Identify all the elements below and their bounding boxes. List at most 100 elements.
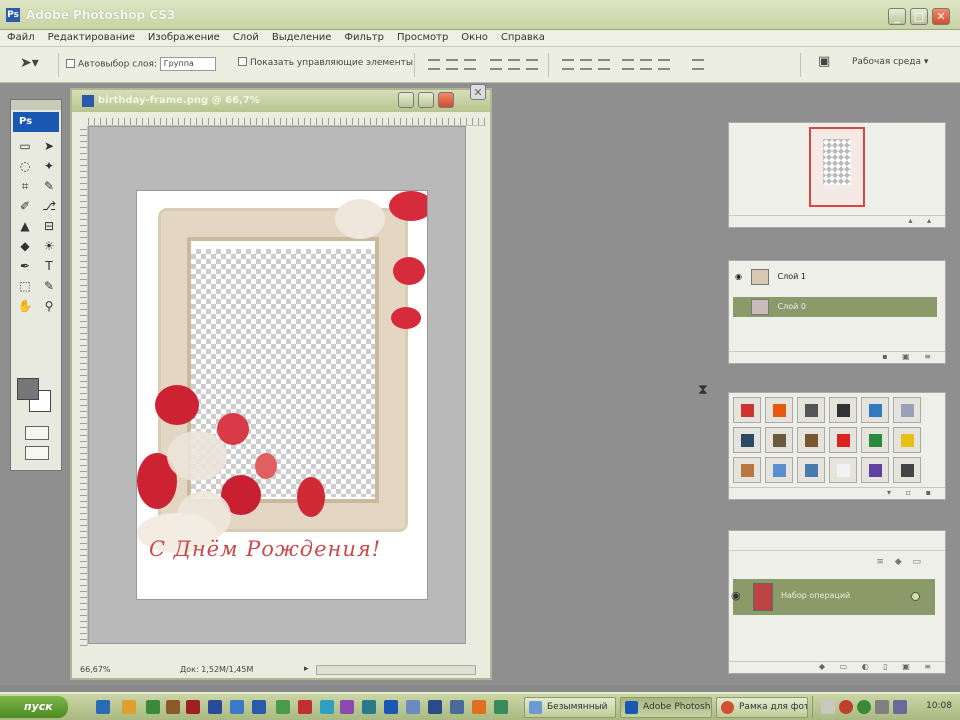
distribute-top-icon[interactable] — [562, 59, 574, 70]
quicklaunch-app-icon[interactable] — [186, 700, 200, 714]
healing-brush-tool-icon[interactable]: ✐ — [14, 198, 36, 215]
tools-palette-header[interactable] — [11, 100, 61, 110]
distribute-left-icon[interactable] — [622, 59, 634, 70]
screen-mode-icon[interactable] — [25, 446, 49, 460]
menu-view[interactable]: Просмотр — [390, 30, 454, 43]
status-menu-arrow-icon[interactable]: ▸ — [304, 664, 309, 674]
styles-panel-buttons[interactable]: ▾ ▫ ▪ — [729, 487, 945, 499]
menu-image[interactable]: Изображение — [141, 30, 226, 43]
auto-select-checkbox[interactable] — [66, 58, 75, 68]
align-left-icon[interactable] — [490, 59, 502, 70]
eyedropper-tool-icon[interactable]: ✎ — [38, 178, 60, 195]
quick-mask-icon[interactable] — [25, 426, 49, 440]
quicklaunch-ie-icon[interactable] — [96, 700, 110, 714]
tray-icon[interactable] — [839, 700, 853, 714]
workspace-dropdown[interactable]: Рабочая среда ▾ — [852, 57, 928, 67]
quicklaunch-app-icon[interactable] — [320, 700, 334, 714]
style-swatch[interactable] — [797, 397, 825, 423]
zoom-tool-icon[interactable]: ⚲ — [38, 298, 60, 315]
style-swatch[interactable] — [861, 397, 889, 423]
quicklaunch-folder-icon[interactable] — [122, 700, 136, 714]
distribute-vcenter-icon[interactable] — [580, 59, 592, 70]
quicklaunch-app-icon[interactable] — [428, 700, 442, 714]
style-swatch[interactable] — [765, 427, 793, 453]
eraser-tool-icon[interactable]: ◆ — [14, 238, 36, 255]
photoshop-logo[interactable]: Ps — [13, 112, 59, 132]
pen-tool-icon[interactable]: ✒ — [14, 258, 36, 275]
tray-icon[interactable] — [893, 700, 907, 714]
menu-window[interactable]: Окно — [454, 30, 494, 43]
align-bottom-icon[interactable] — [464, 59, 476, 70]
auto-select-option[interactable]: Автовыбор слоя: Группа — [66, 57, 216, 71]
menu-file[interactable]: Файл — [0, 30, 41, 43]
minimize-button[interactable]: _ — [888, 8, 906, 25]
style-swatch[interactable] — [765, 397, 793, 423]
quicklaunch-app-icon[interactable] — [146, 700, 160, 714]
quicklaunch-save-icon[interactable] — [450, 700, 464, 714]
style-swatch[interactable] — [733, 457, 761, 483]
move-tool-icon[interactable]: ➤ — [38, 138, 60, 155]
distribute-bottom-icon[interactable] — [598, 59, 610, 70]
history-brush-tool-icon[interactable]: ⊟ — [38, 218, 60, 235]
type-tool-icon[interactable]: T — [38, 258, 60, 275]
vertical-ruler[interactable] — [80, 126, 88, 646]
path-selection-tool-icon[interactable]: ⬚ — [14, 278, 36, 295]
visibility-eye-icon[interactable]: ◉ — [735, 267, 742, 287]
taskbar-button[interactable]: Безымянный — [524, 697, 616, 718]
taskbar-button-active[interactable]: Adobe Photoshop — [620, 697, 712, 718]
tray-icon[interactable] — [857, 700, 871, 714]
gradient-tool-icon[interactable]: ☀ — [38, 238, 60, 255]
style-swatch[interactable] — [861, 427, 889, 453]
style-swatch[interactable] — [893, 397, 921, 423]
distribute-hcenter-icon[interactable] — [640, 59, 652, 70]
show-transform-option[interactable]: Показать управляющие элементы — [238, 57, 413, 68]
doc-close-button[interactable] — [438, 92, 454, 108]
style-swatch[interactable] — [893, 457, 921, 483]
style-swatch[interactable] — [733, 427, 761, 453]
navigator-thumbnail[interactable] — [809, 127, 865, 207]
style-swatch[interactable] — [893, 427, 921, 453]
navigator-zoom-slider[interactable]: ▴ ▴ — [729, 215, 945, 227]
style-swatch[interactable] — [829, 397, 857, 423]
show-transform-checkbox[interactable] — [238, 57, 247, 66]
align-hcenter-icon[interactable] — [508, 59, 520, 70]
quicklaunch-app-icon[interactable] — [166, 700, 180, 714]
notes-tool-icon[interactable]: ✎ — [38, 278, 60, 295]
distribute-right-icon[interactable] — [658, 59, 670, 70]
quicklaunch-word-icon[interactable] — [252, 700, 266, 714]
tray-icon[interactable] — [875, 700, 889, 714]
quicklaunch-app-icon[interactable] — [406, 700, 420, 714]
layers-panel-buttons[interactable]: ▪ ▣ ≡ — [729, 351, 945, 363]
foreground-color-swatch[interactable] — [17, 378, 39, 400]
doc-extra-close-button[interactable]: ✕ — [470, 84, 486, 100]
menu-layer[interactable]: Слой — [226, 30, 265, 43]
quicklaunch-app-icon[interactable] — [362, 700, 376, 714]
style-swatch[interactable] — [829, 427, 857, 453]
start-button[interactable]: пуск — [0, 696, 68, 718]
action-row-selected[interactable]: ◉ Набор операций — [731, 579, 935, 615]
style-swatch[interactable] — [797, 427, 825, 453]
style-swatch[interactable] — [765, 457, 793, 483]
menu-select[interactable]: Выделение — [265, 30, 338, 43]
crop-tool-icon[interactable]: ⌗ — [14, 178, 36, 195]
clock[interactable]: 10:08 — [926, 701, 952, 711]
zoom-level[interactable]: 66,67% — [80, 665, 111, 674]
document-title-bar[interactable]: birthday-frame.png @ 66,7% ✕ — [72, 84, 490, 112]
doc-maximize-button[interactable] — [418, 92, 434, 108]
actions-toolbar[interactable]: ≡ ◆ ▭ — [729, 557, 945, 573]
layer-row[interactable]: ◉ Слой 1 — [733, 267, 933, 287]
quicklaunch-app-icon[interactable] — [230, 700, 244, 714]
hand-tool-icon[interactable]: ✋ — [14, 298, 36, 315]
workspace-icon[interactable]: ▣ — [818, 54, 830, 69]
brush-tool-icon[interactable]: ⎇ — [38, 198, 60, 215]
quicklaunch-photoshop-icon[interactable] — [384, 700, 398, 714]
lasso-tool-icon[interactable]: ◌ — [14, 158, 36, 175]
layer-row-selected[interactable]: Слой 0 — [733, 297, 937, 317]
menu-help[interactable]: Справка — [494, 30, 551, 43]
clone-stamp-tool-icon[interactable]: ▲ — [14, 218, 36, 235]
auto-select-dropdown[interactable]: Группа — [159, 57, 216, 71]
magic-wand-tool-icon[interactable]: ✦ — [38, 158, 60, 175]
style-swatch[interactable] — [733, 397, 761, 423]
quicklaunch-app-icon[interactable] — [208, 700, 222, 714]
style-swatch[interactable] — [797, 457, 825, 483]
